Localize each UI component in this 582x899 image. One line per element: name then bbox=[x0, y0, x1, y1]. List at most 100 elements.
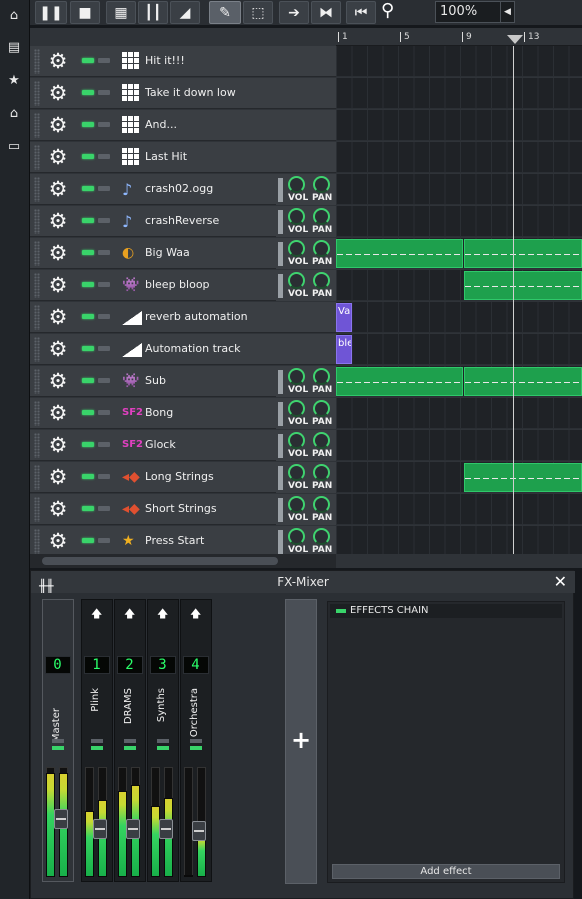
add-automation-button[interactable]: ◢ bbox=[170, 1, 200, 24]
pan-knob[interactable] bbox=[313, 272, 330, 289]
drag-handle[interactable] bbox=[34, 497, 40, 522]
drag-handle[interactable] bbox=[34, 273, 40, 298]
solo-toggle[interactable] bbox=[98, 410, 110, 415]
solo-led[interactable] bbox=[124, 739, 136, 743]
mute-led[interactable] bbox=[157, 746, 169, 750]
track-header[interactable]: ⚙ Last Hit bbox=[30, 142, 336, 173]
gear-icon[interactable]: ⚙ bbox=[46, 305, 70, 329]
volume-fader[interactable] bbox=[159, 819, 173, 839]
track-header[interactable]: ⚙ ♪ crashReverse VOL PAN bbox=[30, 206, 336, 237]
volume-knob[interactable] bbox=[288, 496, 305, 513]
solo-toggle[interactable] bbox=[98, 314, 110, 319]
pan-knob[interactable] bbox=[313, 496, 330, 513]
track-header[interactable]: ⚙ ◂◆ Short Strings VOL PAN bbox=[30, 494, 336, 525]
gear-icon[interactable]: ⚙ bbox=[46, 209, 70, 233]
gear-icon[interactable]: ⚙ bbox=[46, 401, 70, 425]
volume-knob[interactable] bbox=[288, 464, 305, 481]
mute-toggle[interactable] bbox=[82, 282, 94, 287]
track-header[interactable]: ⚙ Automation track bbox=[30, 334, 336, 365]
rewind-button[interactable]: ⏮ bbox=[346, 1, 376, 24]
fx-mixer-titlebar[interactable]: ╫╫ FX-Mixer ✕ bbox=[31, 571, 575, 593]
drag-handle[interactable] bbox=[34, 369, 40, 394]
effects-chain-header[interactable]: EFFECTS CHAIN bbox=[330, 604, 562, 618]
track-header[interactable]: ⚙ ★ Press Start VOL PAN bbox=[30, 526, 336, 554]
track-timeline[interactable] bbox=[336, 494, 582, 525]
horizontal-scrollbar[interactable] bbox=[30, 554, 336, 568]
pan-knob[interactable] bbox=[313, 432, 330, 449]
track-header[interactable]: ⚙ 👾 Sub VOL PAN bbox=[30, 366, 336, 397]
solo-led[interactable] bbox=[91, 739, 103, 743]
mute-toggle[interactable] bbox=[82, 410, 94, 415]
solo-toggle[interactable] bbox=[98, 154, 110, 159]
drag-handle[interactable] bbox=[34, 241, 40, 266]
mute-toggle[interactable] bbox=[82, 442, 94, 447]
automation-clip[interactable]: Va bbox=[336, 303, 352, 332]
drag-handle[interactable] bbox=[34, 209, 40, 234]
gear-icon[interactable]: ⚙ bbox=[46, 465, 70, 489]
mixer-channel[interactable]: 🡅 4 Orchestra bbox=[180, 599, 212, 882]
mute-toggle[interactable] bbox=[82, 122, 94, 127]
solo-toggle[interactable] bbox=[98, 506, 110, 511]
effects-chain-led[interactable] bbox=[336, 609, 346, 613]
pan-knob[interactable] bbox=[313, 528, 330, 545]
mute-led[interactable] bbox=[91, 746, 103, 750]
volume-knob[interactable] bbox=[288, 528, 305, 545]
gear-icon[interactable]: ⚙ bbox=[46, 145, 70, 169]
pan-knob[interactable] bbox=[313, 240, 330, 257]
drag-handle[interactable] bbox=[34, 177, 40, 202]
track-name[interactable]: Hit it!!! bbox=[145, 54, 185, 67]
volume-knob[interactable] bbox=[288, 432, 305, 449]
track-name[interactable]: Sub bbox=[145, 374, 166, 387]
close-icon[interactable]: ✕ bbox=[554, 571, 567, 593]
solo-toggle[interactable] bbox=[98, 474, 110, 479]
track-name[interactable]: crashReverse bbox=[145, 214, 219, 227]
track-header[interactable]: ⚙ ◐ Big Waa VOL PAN bbox=[30, 238, 336, 269]
gear-icon[interactable]: ⚙ bbox=[46, 273, 70, 297]
volume-knob[interactable] bbox=[288, 368, 305, 385]
drag-handle[interactable] bbox=[34, 465, 40, 490]
gear-icon[interactable]: ⚙ bbox=[46, 177, 70, 201]
solo-toggle[interactable] bbox=[98, 58, 110, 63]
track-timeline[interactable]: ble bbox=[336, 334, 582, 365]
add-beat-button[interactable]: ▦ bbox=[106, 1, 136, 24]
solo-toggle[interactable] bbox=[98, 250, 110, 255]
track-timeline[interactable] bbox=[336, 142, 582, 173]
volume-knob[interactable] bbox=[288, 208, 305, 225]
home-icon[interactable]: ⌂ bbox=[7, 8, 21, 24]
track-timeline[interactable] bbox=[336, 270, 582, 301]
pattern-clip[interactable] bbox=[464, 367, 582, 396]
send-arrow-icon[interactable]: 🡅 bbox=[91, 605, 102, 624]
volume-fader[interactable] bbox=[126, 819, 140, 839]
mirror-button[interactable]: ⧓ bbox=[311, 1, 341, 24]
track-header[interactable]: ⚙ Take it down low bbox=[30, 78, 336, 109]
volume-fader[interactable] bbox=[54, 809, 68, 829]
mute-led[interactable] bbox=[124, 746, 136, 750]
send-arrow-icon[interactable]: 🡅 bbox=[124, 605, 135, 624]
mixer-channel[interactable]: 🡅 1 Plink bbox=[81, 599, 113, 882]
mute-toggle[interactable] bbox=[82, 474, 94, 479]
store-icon[interactable]: ⌂ bbox=[7, 106, 21, 122]
solo-led[interactable] bbox=[157, 739, 169, 743]
drag-handle[interactable] bbox=[34, 49, 40, 74]
track-name[interactable]: Bong bbox=[145, 406, 173, 419]
gear-icon[interactable]: ⚙ bbox=[46, 49, 70, 73]
track-timeline[interactable] bbox=[336, 398, 582, 429]
volume-knob[interactable] bbox=[288, 400, 305, 417]
solo-toggle[interactable] bbox=[98, 90, 110, 95]
pattern-clip[interactable] bbox=[464, 271, 582, 300]
file-icon[interactable]: ▤ bbox=[7, 40, 21, 56]
solo-led[interactable] bbox=[52, 739, 64, 743]
mute-toggle[interactable] bbox=[82, 506, 94, 511]
volume-knob[interactable] bbox=[288, 240, 305, 257]
solo-toggle[interactable] bbox=[98, 346, 110, 351]
pan-knob[interactable] bbox=[313, 464, 330, 481]
pattern-clip[interactable] bbox=[336, 367, 463, 396]
chevron-left-icon[interactable]: ◀ bbox=[500, 2, 514, 22]
track-header[interactable]: ⚙ And... bbox=[30, 110, 336, 141]
star-file-icon[interactable]: ★ bbox=[7, 73, 21, 89]
drag-handle[interactable] bbox=[34, 81, 40, 106]
zoom-select[interactable]: 100% ◀ bbox=[435, 1, 515, 23]
track-timeline[interactable] bbox=[336, 78, 582, 109]
mute-toggle[interactable] bbox=[82, 218, 94, 223]
drag-handle[interactable] bbox=[34, 529, 40, 554]
